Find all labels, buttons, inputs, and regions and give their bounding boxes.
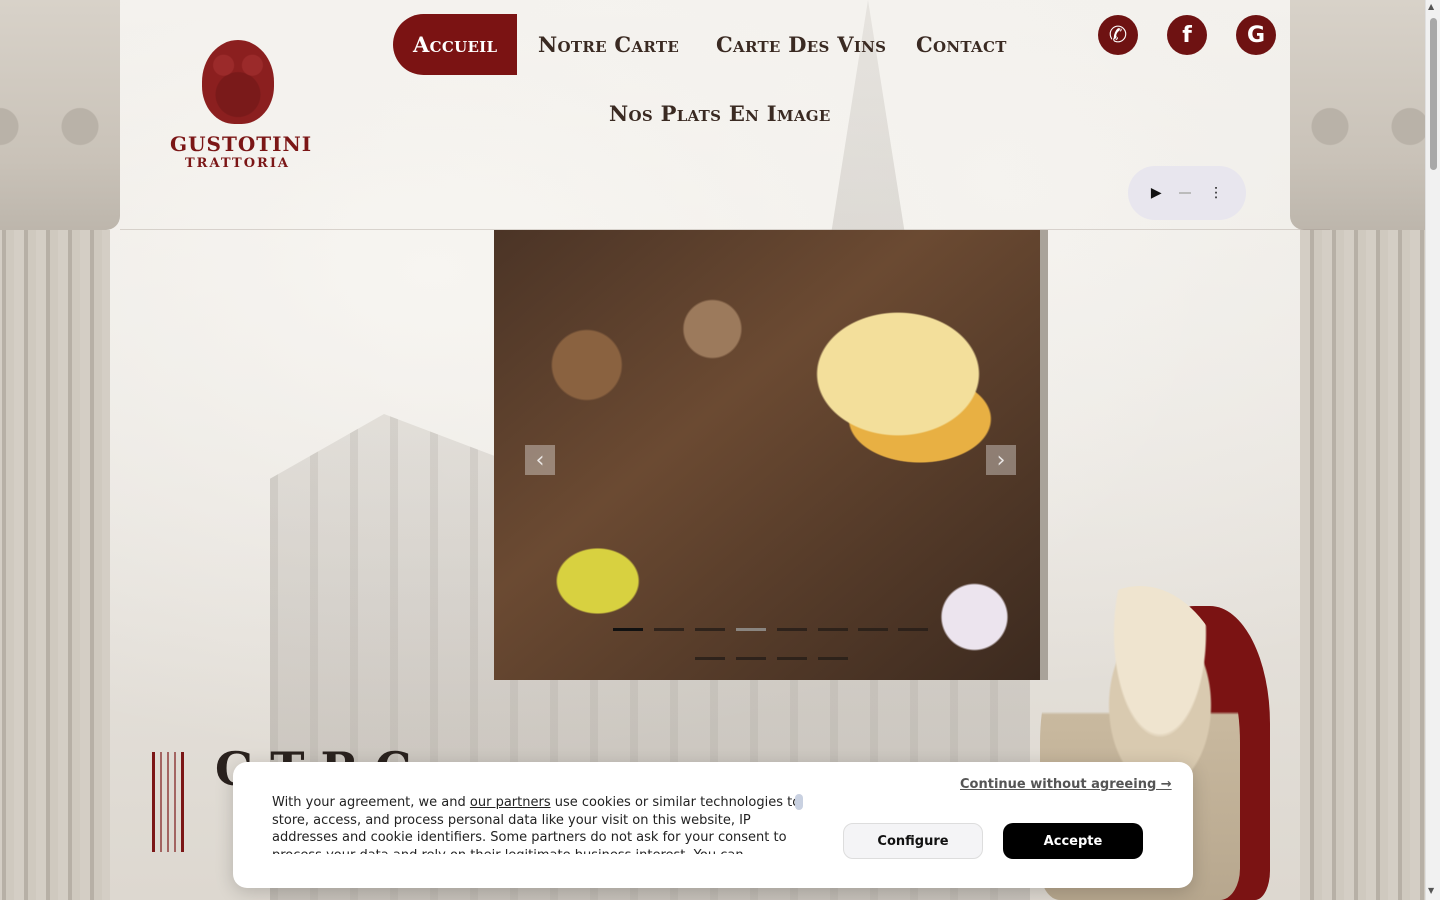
slider-prev-arrow-icon[interactable]: ‹ bbox=[525, 445, 555, 475]
image-slider[interactable] bbox=[494, 230, 1040, 680]
slider-dot[interactable] bbox=[777, 628, 807, 631]
nav-item-notre-carte[interactable]: Notre Carte bbox=[538, 32, 679, 57]
slider-dot[interactable] bbox=[654, 628, 684, 631]
column-capital bbox=[0, 0, 120, 230]
column-icon bbox=[152, 752, 184, 852]
slider-dot[interactable] bbox=[613, 628, 643, 631]
our-partners-link[interactable]: our partners bbox=[470, 795, 551, 810]
google-icon[interactable]: G bbox=[1236, 15, 1276, 55]
right-column-decoration bbox=[1290, 0, 1440, 900]
slider-dot[interactable] bbox=[736, 628, 766, 631]
scroll-thumb[interactable] bbox=[1430, 18, 1437, 170]
facebook-icon[interactable]: f bbox=[1167, 15, 1207, 55]
cookie-text-scrollbar[interactable] bbox=[795, 794, 803, 810]
slider-dot[interactable] bbox=[736, 657, 766, 660]
cookie-text: With your agreement, we and our partners… bbox=[272, 794, 802, 854]
accept-button[interactable]: Accepte bbox=[1003, 823, 1143, 859]
more-options-icon[interactable]: ⋮ bbox=[1209, 185, 1223, 201]
column-shaft bbox=[0, 230, 110, 900]
cookie-text-intro: With your agreement, we and bbox=[272, 795, 470, 810]
slider-dot[interactable] bbox=[777, 657, 807, 660]
column-capital bbox=[1290, 0, 1440, 230]
slider-next-arrow-icon[interactable]: › bbox=[986, 445, 1016, 475]
audio-player: ▶ ⋮ bbox=[1128, 166, 1246, 220]
slider-dot[interactable] bbox=[818, 628, 848, 631]
bacchus-logo-icon bbox=[201, 40, 274, 124]
phone-icon[interactable]: ✆ bbox=[1098, 15, 1138, 55]
nav-item-contact[interactable]: Contact bbox=[916, 32, 1007, 57]
slider-dot[interactable] bbox=[898, 628, 928, 631]
scroll-up-icon[interactable]: ▲ bbox=[1428, 2, 1434, 11]
cookie-banner: With your agreement, we and our partners… bbox=[233, 762, 1193, 888]
page-scrollbar[interactable]: ▲ ▼ bbox=[1425, 0, 1440, 900]
slider-dot[interactable] bbox=[695, 628, 725, 631]
column-shaft bbox=[1300, 230, 1440, 900]
play-icon[interactable]: ▶ bbox=[1151, 185, 1162, 201]
nav-item-accueil[interactable]: Accueil bbox=[393, 14, 518, 75]
logo-subtitle: TRATTORIA bbox=[184, 156, 291, 171]
logo-name: GUSTOTINI bbox=[170, 132, 313, 156]
configure-button[interactable]: Configure bbox=[843, 823, 983, 859]
left-column-decoration bbox=[0, 0, 120, 900]
slider-dot[interactable] bbox=[695, 657, 725, 660]
continue-without-agreeing-link[interactable]: Continue without agreeing → bbox=[960, 777, 1172, 792]
audio-progress-bar[interactable] bbox=[1179, 192, 1192, 194]
nav-item-carte-des-vins[interactable]: Carte Des Vins bbox=[716, 32, 886, 57]
scroll-down-icon[interactable]: ▼ bbox=[1428, 886, 1434, 895]
slider-dot[interactable] bbox=[818, 657, 848, 660]
site-logo[interactable]: GUSTOTINI TRATTORIA bbox=[170, 40, 313, 180]
slider-dot[interactable] bbox=[858, 628, 888, 631]
nav-item-nos-plats-en-image[interactable]: Nos Plats En Image bbox=[609, 101, 831, 126]
